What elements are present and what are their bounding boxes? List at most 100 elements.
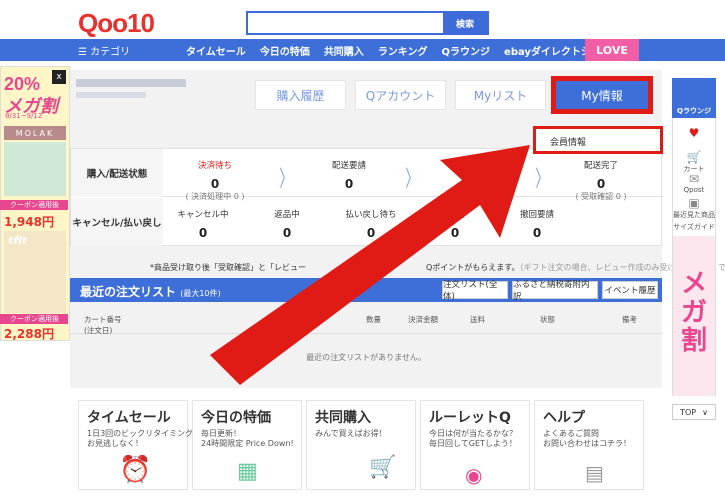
status-label: 払い戻し待ち [345,210,397,220]
feature-roulette[interactable]: ルーレットQ 今日は何が当たるかな？ 毎日回してGETしよう！ ◉ [420,400,530,490]
feature-title: ヘルプ [543,410,585,426]
user-name-blurred [76,79,186,87]
tab-q-account[interactable]: Qアカウント [355,80,446,110]
chevron-right-icon: 〉 [535,167,549,192]
status-shipping-requested[interactable]: 配送要請 0 [309,159,389,191]
close-icon[interactable]: x [52,70,66,84]
status-refund-done[interactable]: し完了 0 [417,208,493,240]
status-cancelling[interactable]: キャンセル中 0 [165,208,241,240]
orders-empty-message: 最近の注文リストがありません。 [306,353,426,362]
top-button[interactable]: TOP ∨ [672,404,716,420]
feature-time-sale[interactable]: タイムセール 1日3回のビックリタイミング! お見逃しなく！ ⏰ [78,400,197,490]
nav-bar: ☰ カテゴリ タイムセール 今日の特価 共同購入 ランキング Qラウンジ eba… [0,39,725,61]
search-button[interactable]: 検索 [443,13,487,33]
status-count: 0 [450,226,460,240]
order-list-all-button[interactable]: 注文リスト(全体) [442,280,508,302]
purchase-status-row: 購入/配送状態 決済待ち 0 ( 決済処理中 0 ) 〉 配送要請 0 〉 〉 … [71,149,663,201]
nav-q-lounge[interactable]: Qラウンジ [442,43,491,58]
tab-my-info[interactable]: My情報 [551,76,653,114]
ad-date: 8/31~9/12 [5,112,43,120]
recent-orders-header: 最近の注文リスト (最大10件) 注文リスト(全体) ふるさと納税寄附内訳 イベ… [70,278,662,302]
recent-orders-title: 最近の注文リスト (最大10件) [80,283,221,300]
feature-group-buy[interactable]: 共同購入 みんで買えばお得！ 🛒 [306,400,416,490]
feature-today-price[interactable]: 今日の特価 毎日更新！ 24時間限定 Price Down! ▦ [192,400,302,490]
qoo10-logo[interactable]: Qoo10 [78,8,155,39]
col-amount: 決済金額 [408,315,438,324]
feature-title: ルーレットQ [429,410,511,426]
review-notice: *商品受け取り後「受取確認」と「レビュー Qポイントがもらえます。（ギフト注文の場… [150,262,725,273]
col-quantity: 数量 [366,315,381,324]
row-head-cancel: キャンセル/払い戻し [71,198,163,246]
order-columns: カート番号 (注文日) 数量 決済金額 送料 状態 備考 [70,312,662,335]
feature-sub: みんで買えばお得！ [315,429,387,438]
category-menu[interactable]: ☰ カテゴリ [78,43,130,58]
status-count: 0 [210,177,220,191]
feature-title: 今日の特価 [201,410,271,426]
col-remarks: 備考 [622,315,637,324]
roulette-icon: ◉ [465,463,483,487]
status-label: 返品中 [274,210,300,220]
status-awaiting-payment[interactable]: 決済待ち 0 ( 決済処理中 0 ) [175,159,255,202]
status-count: 0 [596,177,606,191]
status-withdraw-request[interactable]: 撤回要請 0 [499,208,575,240]
feature-help[interactable]: ヘルプ よくあるご質問 お問い合わせはコチラ！ ▤ [534,400,644,490]
status-box: 購入/配送状態 決済待ち 0 ( 決済処理中 0 ) 〉 配送要請 0 〉 〉 … [70,148,663,246]
recent-items-link[interactable]: ▣ 最近見た商品 [672,196,716,220]
page: Qoo10 検索 ☰ カテゴリ タイムセール 今日の特価 共同購入 ランキング … [0,0,725,499]
cart-icon: 🛒 [369,455,397,480]
nav-today-price[interactable]: 今日の特価 [260,43,310,58]
size-guide-link[interactable]: サイズガイド [672,222,716,232]
status-label: し完了 [442,210,468,220]
heart-icon[interactable]: ♥ [672,126,716,140]
tab-purchase-history[interactable]: 購入履歴 [255,80,346,110]
status-delivered[interactable]: 配送完了 0 ( 受取確認 0 ) [561,159,641,202]
notice-text: *商品受け取り後「受取確認」と「レビュー [150,263,306,272]
qpost-link[interactable]: ✉ Qpost [672,172,716,194]
help-book-icon: ▤ [585,461,604,485]
chevron-right-icon: 〉 [279,167,293,192]
ad-coupon-label: クーポン適用後 [0,200,68,210]
ad-price-2: 2,288円 [4,327,54,341]
cart-link[interactable]: 🛒 カート [672,150,716,174]
feature-sub: 1日3回のビックリタイミング! お見逃しなく！ [87,429,197,449]
status-returning[interactable]: 返品中 0 [249,208,325,240]
status-label: 配送要請 [331,161,366,171]
qpost-label: Qpost [683,186,705,194]
nav-items: タイムセール 今日の特価 共同購入 ランキング Qラウンジ ebayダイレクトシ… [186,43,621,58]
col-cart-number: カート番号 (注文日) [84,315,122,335]
user-info-blurred [76,92,146,98]
status-label: キャンセル中 [177,210,229,220]
feature-title: タイムセール [87,410,171,426]
chevron-right-icon: 〉 [405,167,419,192]
event-history-button[interactable]: イベント履歴 [602,281,658,299]
ad-coupon-label-2: クーポン適用後 [0,314,68,324]
status-label: 撤回要請 [519,210,554,220]
top-label: TOP [680,407,697,417]
tab-my-list[interactable]: Myリスト [455,80,546,110]
orders-title-small: (最大10件) [180,289,221,298]
status-count: 0 [366,226,376,240]
col-status: 状態 [540,315,555,324]
nav-ranking[interactable]: ランキング [378,43,428,58]
chevron-down-icon: ∨ [702,407,708,417]
ad-brand-tfit: tfit [8,234,28,247]
status-refund-waiting[interactable]: 払い戻し待ち 0 [333,208,409,240]
furusato-button[interactable]: ふるさと納税寄附内訳 [512,280,598,302]
row-head-purchase: 購入/配送状態 [71,149,163,197]
status-count: 0 [344,177,354,191]
feature-links: タイムセール 1日3回のビックリタイミング! お見逃しなく！ ⏰ 今日の特価 毎… [78,400,644,490]
cart-icon: 🛒 [686,150,702,164]
member-info-menu-item[interactable]: 会員情報 [533,126,663,154]
feature-title: 共同購入 [315,410,371,426]
nav-group-buy[interactable]: 共同購入 [324,43,364,58]
q-lounge-button[interactable]: Qラウンジ [672,78,716,118]
status-count: 0 [198,226,208,240]
nav-time-sale[interactable]: タイムセール [186,43,246,58]
search-input[interactable] [248,13,444,33]
recent-icon: ▣ [688,196,700,210]
ad-product-image [4,142,66,196]
status-label: 決済待ち [197,161,232,171]
ad-price: 1,948円 [4,215,54,229]
love-banner[interactable]: LOVE [585,39,639,61]
search-box: 検索 [246,11,489,35]
